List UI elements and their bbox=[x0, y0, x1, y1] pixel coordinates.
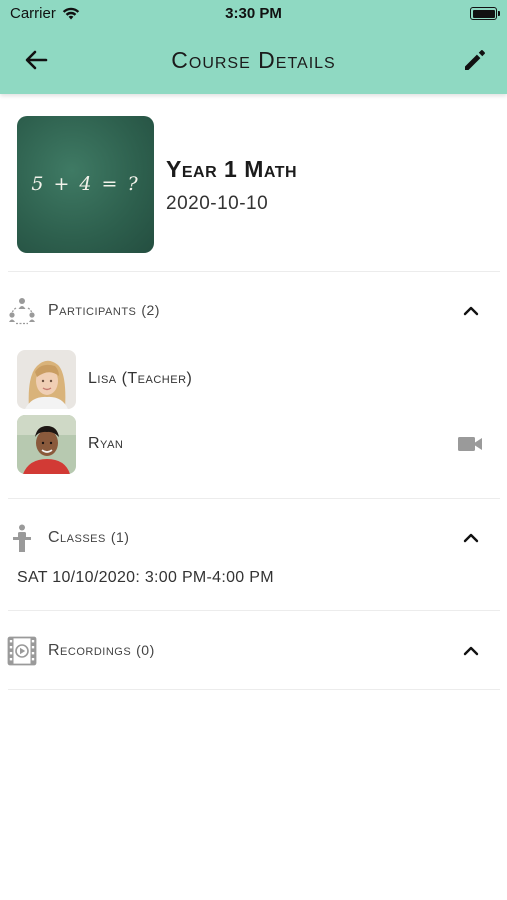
battery-icon bbox=[470, 7, 500, 20]
recordings-count: (0) bbox=[136, 642, 155, 658]
course-date: 2020-10-10 bbox=[166, 193, 269, 214]
classes-label: Classes (1) bbox=[48, 529, 129, 547]
classes-title: Classes bbox=[48, 529, 106, 546]
class-schedule-item[interactable]: SAT 10/10/2020: 3:00 PM-4:00 PM bbox=[17, 569, 274, 587]
participants-count: (2) bbox=[141, 302, 160, 318]
chevron-up-icon[interactable] bbox=[459, 641, 483, 661]
classes-section-header[interactable]: Classes (1) bbox=[0, 523, 507, 553]
status-time: 3:30 PM bbox=[225, 5, 282, 22]
recordings-section-header[interactable]: Recordings (0) bbox=[0, 636, 507, 666]
course-summary: 5 + 4 = ? Year 1 Math 2020-10-10 bbox=[17, 116, 491, 254]
recordings-label: Recordings (0) bbox=[48, 642, 155, 660]
participant-name: Lisa (Teacher) bbox=[88, 370, 193, 387]
participant-name: Ryan bbox=[88, 435, 124, 452]
chalkboard-text: 5 + 4 = ? bbox=[31, 173, 140, 195]
participants-icon bbox=[9, 298, 35, 325]
participant-row[interactable]: Ryan bbox=[17, 415, 491, 475]
chevron-up-icon[interactable] bbox=[459, 528, 483, 548]
film-play-icon bbox=[7, 636, 37, 666]
classes-count: (1) bbox=[110, 529, 130, 545]
chevron-up-icon[interactable] bbox=[459, 301, 483, 321]
course-name: Year 1 Math bbox=[166, 156, 298, 182]
status-bar: Carrier 3:30 PM bbox=[0, 0, 507, 28]
divider bbox=[8, 610, 500, 611]
page-title: Course Details bbox=[171, 47, 336, 73]
participants-title: Participants bbox=[48, 302, 137, 319]
participant-row[interactable]: Lisa (Teacher) bbox=[17, 350, 491, 410]
avatar bbox=[17, 415, 76, 474]
course-thumbnail: 5 + 4 = ? bbox=[17, 116, 154, 253]
app-header: Carrier 3:30 PM Course Details bbox=[0, 0, 507, 94]
participants-label: Participants (2) bbox=[48, 302, 160, 320]
avatar bbox=[17, 350, 76, 409]
participants-section-header[interactable]: Participants (2) bbox=[0, 296, 507, 326]
presenter-icon bbox=[13, 524, 31, 552]
divider bbox=[8, 498, 500, 499]
recordings-title: Recordings bbox=[48, 642, 132, 659]
edit-button[interactable] bbox=[461, 46, 489, 74]
divider bbox=[8, 271, 500, 272]
divider bbox=[8, 689, 500, 690]
video-camera-icon[interactable] bbox=[457, 434, 483, 454]
